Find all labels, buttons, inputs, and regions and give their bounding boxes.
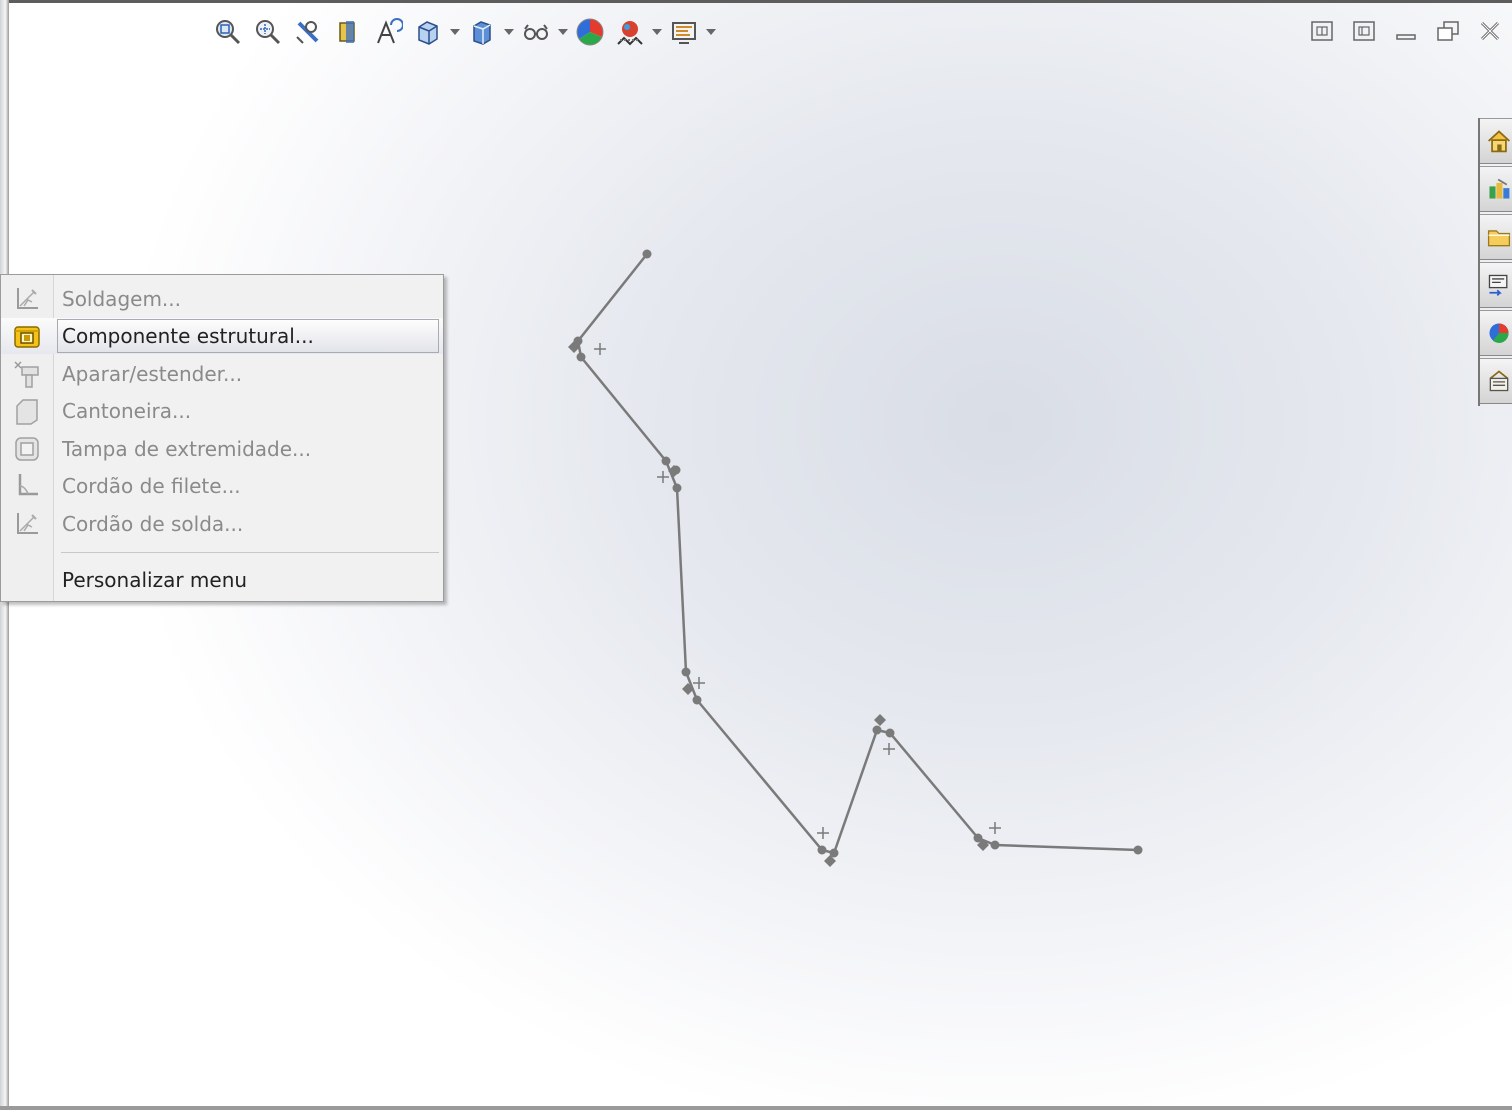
sketch-origin-cross [693, 677, 705, 689]
structural-member-icon [1, 318, 53, 354]
sketch-point[interactable] [885, 728, 895, 738]
sketch-point[interactable] [1133, 845, 1143, 855]
sketch-origin-cross [594, 343, 606, 355]
trim-extend-icon [1, 356, 53, 392]
sketch-point[interactable] [692, 695, 702, 705]
menu-item-weldment[interactable]: Soldagem... [1, 281, 443, 317]
sketch-origin-cross [817, 827, 829, 839]
sketch-point[interactable] [872, 725, 882, 735]
sketch-vertex[interactable] [874, 714, 886, 726]
sketch-point[interactable] [817, 845, 827, 855]
sketch-point[interactable] [681, 667, 691, 677]
sketch-point[interactable] [672, 483, 682, 493]
sketch-point[interactable] [642, 249, 652, 259]
sketch-point[interactable] [990, 840, 1000, 850]
weldments-context-menu: Soldagem... Componente estrutural... Apa… [0, 274, 444, 602]
fillet-bead-icon [1, 468, 53, 504]
sketch-point[interactable] [661, 456, 671, 466]
menu-item-label: Aparar/estender... [62, 362, 243, 386]
menu-item-trim-extend[interactable]: Aparar/estender... [1, 356, 443, 392]
menu-item-label: Tampa de extremidade... [62, 437, 312, 461]
menu-item-label: Cordão de filete... [62, 474, 241, 498]
menu-item-label: Componente estrutural... [62, 324, 314, 348]
end-cap-icon [1, 431, 53, 467]
menu-item-label: Personalizar menu [62, 568, 248, 592]
weldment-icon [1, 281, 53, 317]
sketch-origin-cross [883, 743, 895, 755]
menu-item-weld-bead[interactable]: Cordão de solda... [1, 506, 443, 542]
sketch-path[interactable] [576, 253, 1139, 855]
sketch-origin-cross [657, 471, 669, 483]
menu-item-end-cap[interactable]: Tampa de extremidade... [1, 431, 443, 467]
weld-bead-icon [1, 506, 53, 542]
menu-item-gusset[interactable]: Cantoneira... [1, 393, 443, 429]
menu-separator [61, 552, 439, 553]
menu-item-label: Soldagem... [62, 287, 181, 311]
gusset-icon [1, 393, 53, 429]
menu-item-structural-member[interactable]: Componente estrutural... [1, 318, 443, 354]
sketch-origin-cross [989, 822, 1001, 834]
menu-item-customize[interactable]: Personalizar menu [1, 562, 443, 598]
sketch-point[interactable] [576, 352, 586, 362]
menu-item-label: Cordão de solda... [62, 512, 244, 536]
menu-item-fillet-bead[interactable]: Cordão de filete... [1, 468, 443, 504]
menu-item-label: Cantoneira... [62, 399, 192, 423]
